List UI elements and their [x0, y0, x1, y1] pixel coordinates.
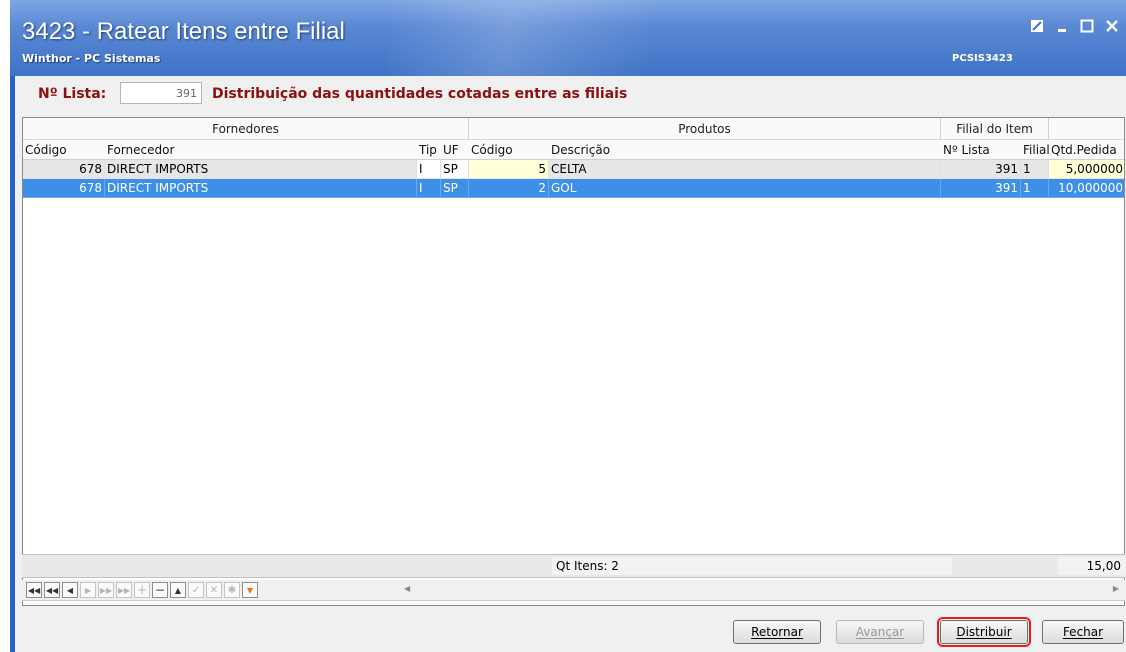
cell-descricao: CELTA: [549, 160, 941, 179]
col-descricao[interactable]: Descrição: [549, 140, 941, 160]
cell-uf: SP: [441, 160, 469, 179]
col-uf[interactable]: UF: [441, 140, 469, 160]
insert-icon[interactable]: +: [134, 582, 150, 598]
first-page-icon[interactable]: ◀◀: [26, 582, 42, 598]
col-fornecedor[interactable]: Fornecedor: [105, 140, 417, 160]
cell-qtd-pedida: 10,000000: [1049, 179, 1124, 198]
cell-fornecedor: DIRECT IMPORTS: [105, 179, 417, 198]
cell-fornecedor: DIRECT IMPORTS: [105, 160, 417, 179]
cell-qtd-pedida: 5,000000: [1049, 160, 1124, 179]
fechar-button[interactable]: Fechar: [1042, 620, 1124, 644]
cell-uf: SP: [441, 179, 469, 198]
window-subtitle: Winthor - PC Sistemas: [22, 52, 161, 65]
cell-codigo-produto: 5: [469, 160, 549, 179]
edit-icon[interactable]: ▲: [170, 582, 186, 598]
cell-filial: 1: [1021, 160, 1049, 179]
scroll-left-icon[interactable]: ◀: [404, 584, 410, 593]
last-page-icon[interactable]: ▶▶: [116, 582, 132, 598]
window-title: 3423 - Ratear Itens entre Filial: [22, 18, 345, 45]
col-codigo-produto[interactable]: Código: [469, 140, 549, 160]
cell-descricao: GOL: [549, 179, 941, 198]
band-empty: [1049, 118, 1124, 140]
cell-num-lista: 391: [941, 160, 1021, 179]
maximize-icon[interactable]: [1078, 18, 1096, 34]
cell-codigo-fornecedor: 678: [23, 179, 105, 198]
cancel-icon[interactable]: ✕: [206, 582, 222, 598]
page-description: Distribuição das quantidades cotadas ent…: [212, 86, 628, 102]
close-icon[interactable]: [1103, 18, 1121, 34]
lista-field[interactable]: 391: [120, 82, 202, 104]
prev-page-icon[interactable]: ◀◀: [44, 582, 60, 598]
title-bar[interactable]: 3423 - Ratear Itens entre Filial Winthor…: [10, 0, 1126, 76]
restore-icon[interactable]: [1028, 18, 1046, 34]
delete-icon[interactable]: −: [152, 582, 168, 598]
grid-footer: Qt Itens: 2 15,00: [22, 554, 1125, 578]
window-border: [10, 76, 15, 652]
avancar-button[interactable]: Avançar: [836, 620, 924, 644]
table-row-selected[interactable]: 678 DIRECT IMPORTS I SP 2 GOL 391 1 10,0…: [23, 179, 1124, 198]
footer-total: 15,00: [1058, 557, 1125, 575]
table-row[interactable]: 678 DIRECT IMPORTS I SP 5 CELTA 391 1 5,…: [23, 160, 1124, 179]
prev-record-icon[interactable]: ◀: [62, 582, 78, 598]
cell-tip: I: [417, 160, 441, 179]
cell-num-lista: 391: [941, 179, 1021, 198]
button-bar: Retornar Avançar Distribuir Fechar: [22, 610, 1125, 648]
footer-count: Qt Itens: 2: [552, 557, 952, 575]
scroll-right-icon[interactable]: ▶: [1113, 584, 1119, 593]
filter-icon[interactable]: ▼: [242, 582, 258, 598]
lista-label: Nº Lista:: [38, 86, 107, 102]
post-icon[interactable]: ✓: [188, 582, 204, 598]
col-tip[interactable]: Tip: [417, 140, 441, 160]
cell-filial: 1: [1021, 179, 1049, 198]
app-code: PCSIS3423: [952, 53, 1013, 64]
band-produtos: Produtos: [469, 118, 941, 140]
band-filial-item: Filial do Item: [941, 118, 1049, 140]
items-grid[interactable]: Fornedores Produtos Filial do Item Códig…: [22, 117, 1125, 606]
minimize-icon[interactable]: [1053, 18, 1071, 34]
col-qtd-pedida[interactable]: Qtd.Pedida: [1049, 140, 1124, 160]
col-codigo-fornecedor[interactable]: Código: [23, 140, 105, 160]
band-fornecedores: Fornedores: [23, 118, 469, 140]
col-num-lista[interactable]: Nº Lista: [941, 140, 1021, 160]
distribuir-button[interactable]: Distribuir: [937, 617, 1031, 647]
next-page-icon[interactable]: ▶▶: [98, 582, 114, 598]
navigation-bar: ◀◀ ◀◀ ◀ ▶ ▶▶ ▶▶ + − ▲ ✓ ✕ ✱ ▼ ◀ ▶: [22, 580, 1125, 601]
col-filial[interactable]: Filial: [1021, 140, 1049, 160]
next-record-icon[interactable]: ▶: [80, 582, 96, 598]
main-window: 3423 - Ratear Itens entre Filial Winthor…: [10, 0, 1126, 652]
cell-tip: I: [417, 179, 441, 198]
retornar-button[interactable]: Retornar: [733, 620, 821, 644]
cell-codigo-produto: 2: [469, 179, 549, 198]
cell-codigo-fornecedor: 678: [23, 160, 105, 179]
refresh-icon[interactable]: ✱: [224, 582, 240, 598]
window-body: Nº Lista: 391 Distribuição das quantidad…: [10, 76, 1126, 652]
